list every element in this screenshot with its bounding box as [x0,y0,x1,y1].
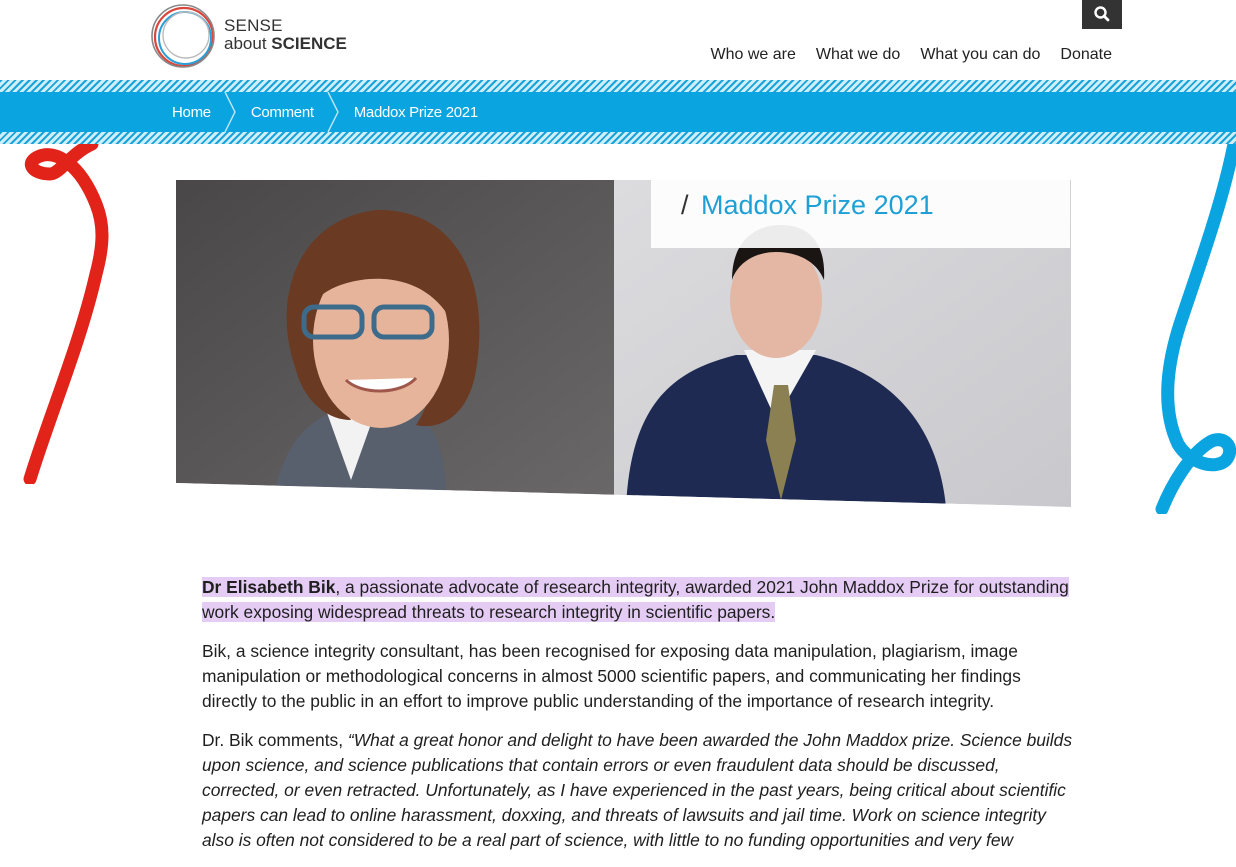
logo-wordmark: SENSE about SCIENCE [224,17,347,53]
logo-about: about [224,34,267,53]
search-icon [1094,6,1110,22]
stripe-top [0,80,1236,92]
nav-donate[interactable]: Donate [1060,46,1112,64]
paragraph-3: Dr. Bik comments, “What a great honor an… [202,728,1077,853]
search-button[interactable] [1082,0,1122,29]
paragraph-3-intro: Dr. Bik comments, [202,730,348,750]
lead-paragraph: Dr Elisabeth Bik, a passionate advocate … [202,575,1077,625]
chevron-right-icon [327,92,339,132]
title-slash: / [681,190,689,220]
breadcrumb-home[interactable]: Home [172,104,211,121]
hero-title-box: / Maddox Prize 2021 [651,180,1070,248]
breadcrumb-comment[interactable]: Comment [251,104,314,121]
page-title: Maddox Prize 2021 [701,190,934,220]
breadcrumb-current: Maddox Prize 2021 [353,103,478,121]
main-nav: Who we are What we do What you can do Do… [710,46,1112,64]
logo-sense: SENSE [224,16,283,35]
breadcrumb: Home Comment Maddox Prize 2021 [0,92,1236,132]
site-logo[interactable]: SENSE about SCIENCE [150,4,360,70]
logo-circles-icon [151,4,215,68]
stripe-bottom [0,132,1236,144]
blue-ribbon-decoration [1155,144,1236,514]
nav-who-we-are[interactable]: Who we are [710,46,795,64]
red-ribbon-decoration [23,144,109,484]
nav-what-you-can-do[interactable]: What you can do [920,46,1040,64]
nav-what-we-do[interactable]: What we do [816,46,900,64]
logo-science: SCIENCE [271,34,347,53]
lead-bold-name: Dr Elisabeth Bik [202,577,336,597]
paragraph-2: Bik, a science integrity consultant, has… [202,641,1021,711]
chevron-right-icon [224,92,236,132]
article-body: Dr Elisabeth Bik, a passionate advocate … [202,575,1077,867]
